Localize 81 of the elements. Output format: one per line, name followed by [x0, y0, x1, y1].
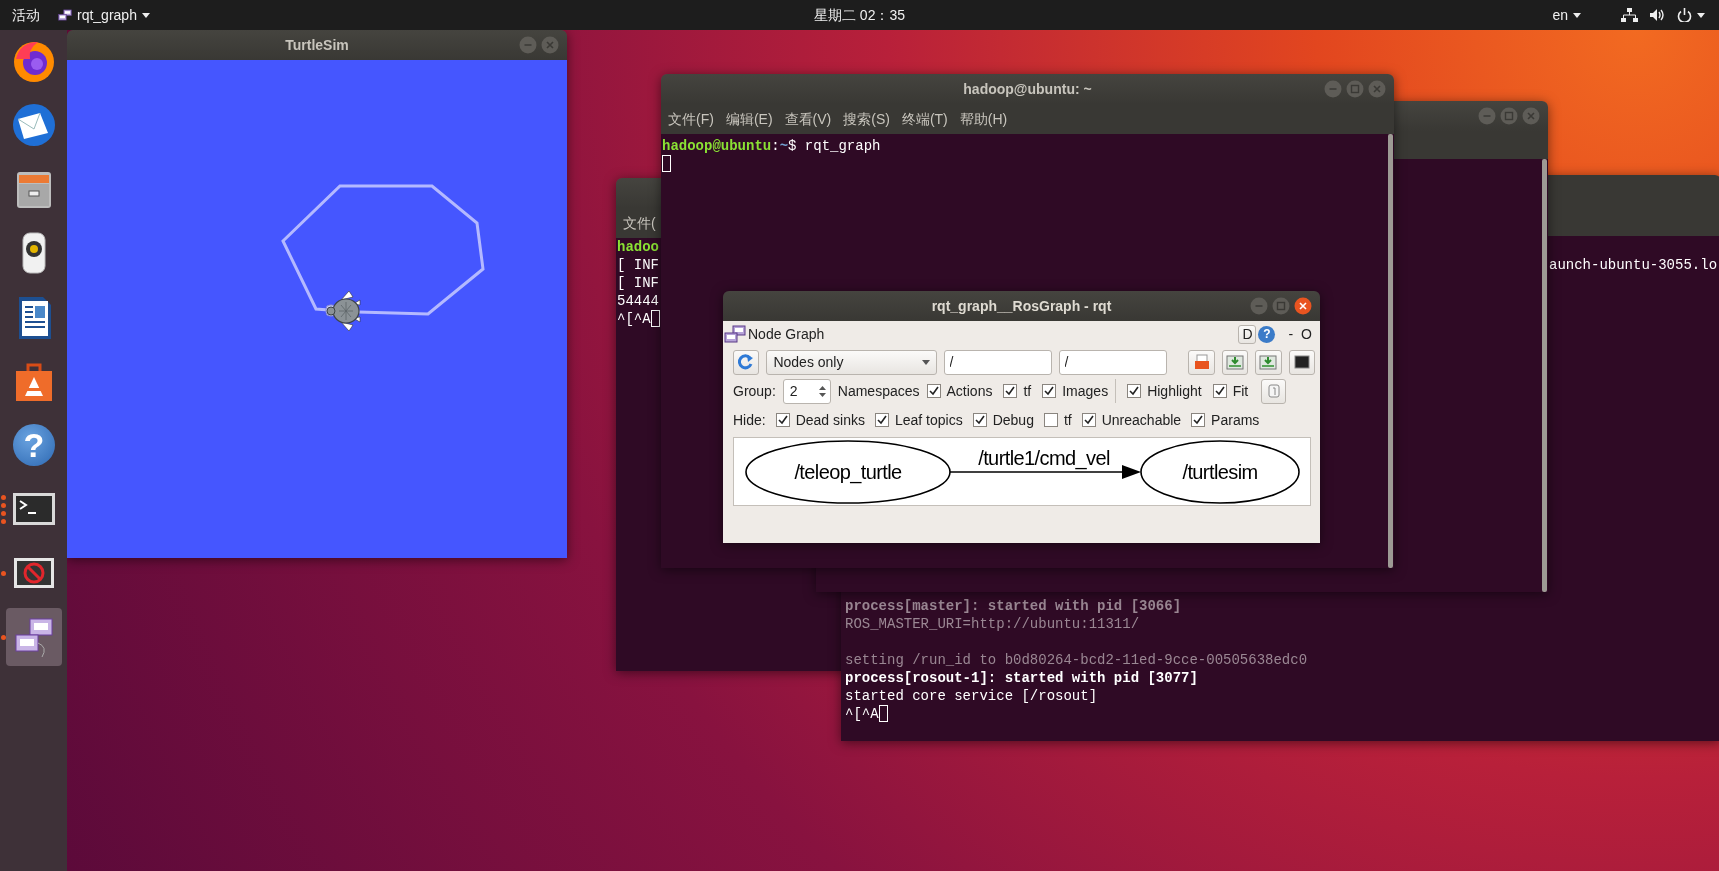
window-title: hadoop@ubuntu: ~ [963, 79, 1092, 99]
refresh-button[interactable] [733, 349, 760, 375]
caret-icon [1573, 12, 1581, 18]
checkbox[interactable]: Unreachable [1081, 409, 1182, 431]
menu-item[interactable]: 文件(F) [668, 108, 714, 130]
help-icon: ? [13, 424, 55, 466]
terminal-line: setting /run_id to b0d80264-bcd2-11ed-9cce-00505638edc0 [845, 651, 1308, 669]
checkbox[interactable]: Dead sinks [775, 409, 865, 431]
activities-button[interactable]: 活动 [12, 4, 40, 26]
menu-item[interactable]: 帮助(H) [959, 108, 1008, 130]
caret-icon [1697, 12, 1705, 18]
app-menu[interactable]: rqt_graph [58, 4, 150, 26]
power-icon [1677, 8, 1692, 22]
download-icon [1226, 353, 1244, 371]
field-label: Hide: [733, 410, 766, 430]
network-icon[interactable] [1621, 8, 1638, 22]
terminal-line: aunch-ubuntu-3055.lo [1549, 256, 1718, 274]
terminal-line: started core service [/rosout] [845, 687, 1098, 705]
scrollbar[interactable] [1388, 134, 1393, 568]
monitors-icon [724, 325, 746, 343]
checkbox[interactable]: Actions [926, 380, 993, 402]
terminal-line: process[master]: started with pid [3066] [845, 597, 1182, 615]
square-icon [1292, 353, 1311, 371]
volume-icon[interactable] [1650, 8, 1665, 22]
checkbox[interactable]: Images [1042, 380, 1109, 402]
save-image-button[interactable] [1255, 349, 1282, 375]
envelope-icon [10, 101, 58, 149]
terminal-line: [ INF [617, 256, 659, 274]
menu-item[interactable]: 搜索(S) [843, 108, 890, 130]
window-title: TurtleSim [285, 35, 349, 55]
checkbox[interactable]: Debug [972, 409, 1034, 431]
screenshot-button[interactable] [1288, 349, 1315, 375]
download-icon [1259, 353, 1278, 371]
terminal-line: process[rosout-1]: started with pid [3077] [845, 669, 1198, 687]
terminal-line: ^[^A [617, 310, 660, 328]
terminal-line: [ INF [617, 274, 659, 292]
terminal-line: ^[^A [845, 705, 888, 723]
checkbox[interactable]: Params [1191, 409, 1260, 431]
graph-type-dropdown[interactable]: Nodes only [766, 349, 937, 375]
window-title: rqt_graph__RosGraph - rqt [931, 296, 1112, 316]
help-icon[interactable]: ? [1258, 325, 1276, 343]
panel-title: Node Graph [748, 324, 825, 344]
field-label: Group: [733, 381, 776, 401]
caret-icon [921, 359, 930, 365]
terminal-line: 54444 [617, 292, 659, 310]
checkbox[interactable]: Leaf topics [874, 409, 963, 431]
group-spinbox[interactable]: 2 [782, 378, 831, 404]
terminal-line: hadoop@ubuntu:~$ rqt_graph [662, 137, 881, 155]
edge-label: /turtle1/cmd_vel [978, 447, 1110, 469]
turtle-drawing [325, 290, 361, 332]
load-button[interactable] [1188, 349, 1215, 375]
system-menu[interactable] [1677, 8, 1705, 22]
document-icon [1192, 353, 1211, 371]
graph-node[interactable]: /turtlesim [1140, 440, 1300, 504]
filter-input[interactable]: / [943, 349, 1052, 375]
monitors-icon [58, 9, 72, 21]
option-label: Namespaces [837, 381, 920, 401]
menu-item[interactable]: 查看(V) [784, 108, 832, 130]
caret-icon [141, 12, 150, 18]
page-icon [1266, 384, 1281, 398]
terminal-line: ROS_MASTER_URI=http://ubuntu:11311/ [845, 615, 1140, 633]
save-dot-button[interactable] [1221, 349, 1249, 375]
keyboard-layout-menu[interactable]: en [1552, 4, 1581, 26]
checkbox[interactable]: Highlight [1127, 380, 1202, 402]
panel-button[interactable]: - [1285, 323, 1297, 345]
panel-button[interactable]: O [1298, 323, 1315, 345]
filter-input[interactable]: / [1058, 349, 1167, 375]
checkbox[interactable]: tf [1043, 409, 1072, 431]
checkbox[interactable]: Fit [1212, 380, 1249, 402]
checkbox[interactable]: tf [1003, 380, 1032, 402]
menu-item[interactable]: 编辑(E) [725, 108, 773, 130]
terminal-line: hadoo [617, 238, 659, 256]
dock-widget-button[interactable]: D [1238, 324, 1257, 344]
scrollbar[interactable] [1542, 159, 1547, 592]
graph-node[interactable]: /teleop_turtle [745, 440, 951, 504]
dock-button[interactable] [6, 608, 62, 666]
menu-item[interactable]: 文件( [623, 212, 656, 234]
menu-item[interactable]: 终端(T) [901, 108, 948, 130]
clock[interactable]: 星期二 02：35 [813, 4, 905, 26]
close-icon[interactable] [1294, 297, 1312, 315]
stepper-arrows-icon[interactable] [817, 384, 827, 398]
